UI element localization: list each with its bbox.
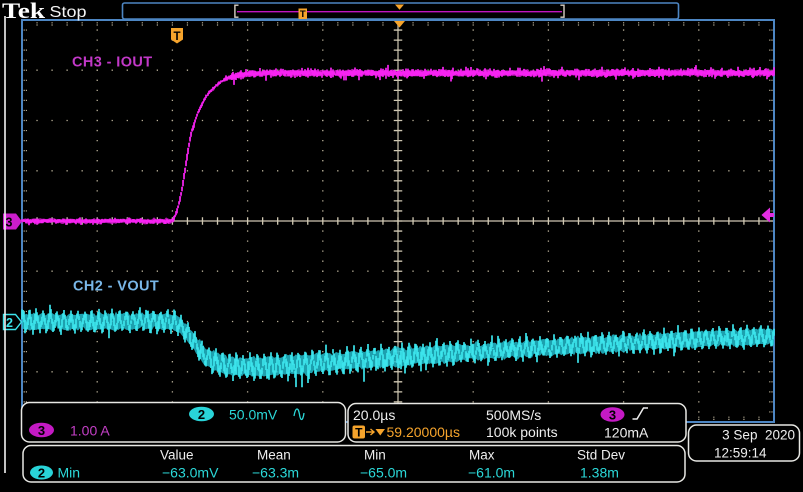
svg-text:3: 3 <box>38 423 45 438</box>
svg-text:3: 3 <box>6 216 13 230</box>
svg-text:−63.3m: −63.3m <box>252 465 299 481</box>
svg-text:Mean: Mean <box>257 448 291 463</box>
svg-text:120mA: 120mA <box>604 425 649 441</box>
svg-text:CH3 - IOUT: CH3 - IOUT <box>72 55 153 71</box>
svg-text:500MS/s: 500MS/s <box>486 407 541 423</box>
svg-text:100k points: 100k points <box>486 424 558 440</box>
svg-text:Std Dev: Std Dev <box>577 448 625 463</box>
svg-text:Max: Max <box>469 448 495 463</box>
svg-text:3 Sep 2020: 3 Sep 2020 <box>722 428 795 443</box>
svg-text:1.00 A: 1.00 A <box>70 423 110 439</box>
svg-text:1.38m: 1.38m <box>580 465 619 481</box>
svg-text:2: 2 <box>6 316 13 330</box>
svg-text:Min: Min <box>364 448 386 463</box>
svg-text:Stop: Stop <box>50 4 87 21</box>
svg-text:T: T <box>355 426 363 440</box>
svg-text:59.20000µs: 59.20000µs <box>387 424 460 440</box>
svg-text:CH2 - VOUT: CH2 - VOUT <box>73 279 159 295</box>
svg-text:20.0µs: 20.0µs <box>353 407 395 423</box>
svg-text:T: T <box>300 9 306 20</box>
svg-text:−61.0m: −61.0m <box>468 465 515 481</box>
svg-text:Tek: Tek <box>2 0 46 23</box>
svg-text:Min: Min <box>58 465 81 481</box>
svg-text:12:59:14: 12:59:14 <box>714 446 767 461</box>
svg-text:−65.0m: −65.0m <box>360 465 407 481</box>
svg-text:3: 3 <box>609 408 616 423</box>
svg-text:50.0mV: 50.0mV <box>229 407 278 423</box>
svg-text:−63.0mV: −63.0mV <box>162 465 219 481</box>
svg-text:T: T <box>173 31 180 43</box>
svg-text:2: 2 <box>38 466 45 481</box>
svg-text:2: 2 <box>198 407 205 422</box>
svg-text:Value: Value <box>160 448 194 463</box>
